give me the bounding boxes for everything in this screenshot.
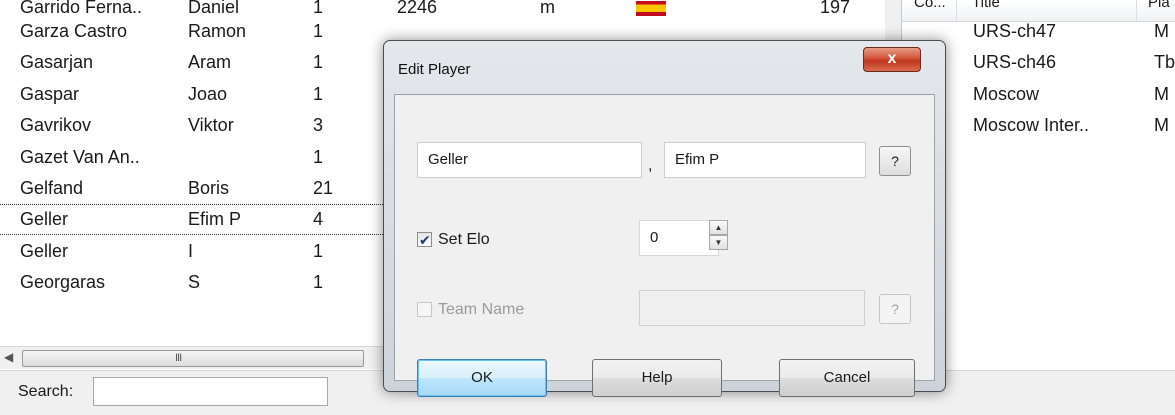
edit-player-dialog: Edit Player x Geller , Efim P ? Set Elo … bbox=[383, 40, 946, 397]
tournament-title-cell: Moscow bbox=[973, 84, 1040, 104]
games-cell: 3 bbox=[313, 115, 324, 135]
first-name-cell: Joao bbox=[188, 84, 228, 104]
last-name-cell: Geller bbox=[20, 209, 69, 229]
games-cell: 1 bbox=[313, 241, 324, 261]
search-label: Search: bbox=[18, 383, 74, 400]
spain-flag-icon bbox=[636, 1, 666, 16]
tournament-title-cell: URS-ch46 bbox=[973, 52, 1057, 72]
last-name-cell: Gazet Van An.. bbox=[20, 147, 140, 167]
last-name-cell: Gaspar bbox=[20, 84, 80, 104]
column-header-country[interactable]: Co... bbox=[914, 0, 946, 11]
dialog-body: Geller , Efim P ? Set Elo 0 ▲ ▼ Team Nam… bbox=[394, 94, 935, 397]
first-name-field[interactable]: Efim P bbox=[664, 142, 866, 178]
tournament-place-cell: Tb bbox=[1154, 52, 1175, 72]
column-header-title[interactable]: Title bbox=[972, 0, 1000, 11]
first-name-cell: Efim P bbox=[188, 209, 242, 229]
first-name-cell: Boris bbox=[188, 178, 230, 198]
close-button[interactable]: x bbox=[863, 47, 921, 72]
search-input[interactable] bbox=[93, 377, 328, 406]
games-cell: 1 bbox=[313, 84, 324, 104]
last-name-cell: Georgaras bbox=[20, 272, 106, 292]
player-lookup-button[interactable]: ? bbox=[879, 146, 911, 176]
first-name-cell: Viktor bbox=[188, 115, 234, 135]
last-name-cell: Garza Castro bbox=[20, 21, 128, 41]
scrollbar-grip-icon: III bbox=[175, 352, 182, 364]
tournament-title-cell: URS-ch47 bbox=[973, 21, 1057, 41]
scroll-left-arrow-icon[interactable]: ◀ bbox=[4, 350, 13, 364]
ok-button[interactable]: OK bbox=[417, 359, 547, 397]
horizontal-scrollbar[interactable]: ◀ III bbox=[0, 346, 385, 369]
last-name-cell: Gelfand bbox=[20, 178, 84, 198]
games-cell: 1 bbox=[313, 147, 324, 167]
elo-input[interactable]: 0 bbox=[639, 220, 719, 256]
tournament-place-cell: M bbox=[1154, 21, 1169, 41]
first-name-cell: S bbox=[188, 272, 201, 292]
set-elo-checkbox-box[interactable] bbox=[417, 230, 432, 250]
dialog-title: Edit Player bbox=[398, 61, 471, 78]
first-name-cell: Ramon bbox=[188, 21, 247, 41]
column-header-place[interactable]: Pla bbox=[1148, 0, 1170, 11]
cancel-button[interactable]: Cancel bbox=[779, 359, 915, 397]
set-elo-label: Set Elo bbox=[438, 231, 490, 248]
games-cell: 1 bbox=[313, 52, 324, 72]
last-name-cell: Geller bbox=[20, 241, 69, 261]
first-name-cell: Aram bbox=[188, 52, 232, 72]
games-cell: 21 bbox=[313, 178, 334, 198]
name-separator: , bbox=[648, 157, 653, 174]
spin-down-icon[interactable]: ▼ bbox=[709, 235, 728, 250]
help-button[interactable]: Help bbox=[592, 359, 722, 397]
games-cell: 4 bbox=[313, 209, 324, 229]
team-name-field[interactable] bbox=[639, 290, 865, 326]
tournament-place-cell: M bbox=[1154, 115, 1169, 135]
scrollbar-thumb[interactable]: III bbox=[22, 350, 364, 367]
team-name-checkbox-box[interactable] bbox=[417, 302, 432, 317]
last-name-cell: Gavrikov bbox=[20, 115, 92, 135]
team-lookup-button[interactable]: ? bbox=[879, 294, 911, 324]
last-name-field[interactable]: Geller bbox=[417, 142, 642, 178]
team-name-label: Team Name bbox=[438, 301, 525, 318]
spin-up-icon[interactable]: ▲ bbox=[709, 220, 728, 235]
tournament-place-cell: M bbox=[1154, 84, 1169, 104]
last-name-cell: Gasarjan bbox=[20, 52, 94, 72]
first-name-cell: I bbox=[188, 241, 194, 261]
games-cell: 1 bbox=[313, 21, 324, 41]
tournament-title-cell: Moscow Inter.. bbox=[973, 115, 1090, 135]
games-cell: 1 bbox=[313, 272, 324, 292]
